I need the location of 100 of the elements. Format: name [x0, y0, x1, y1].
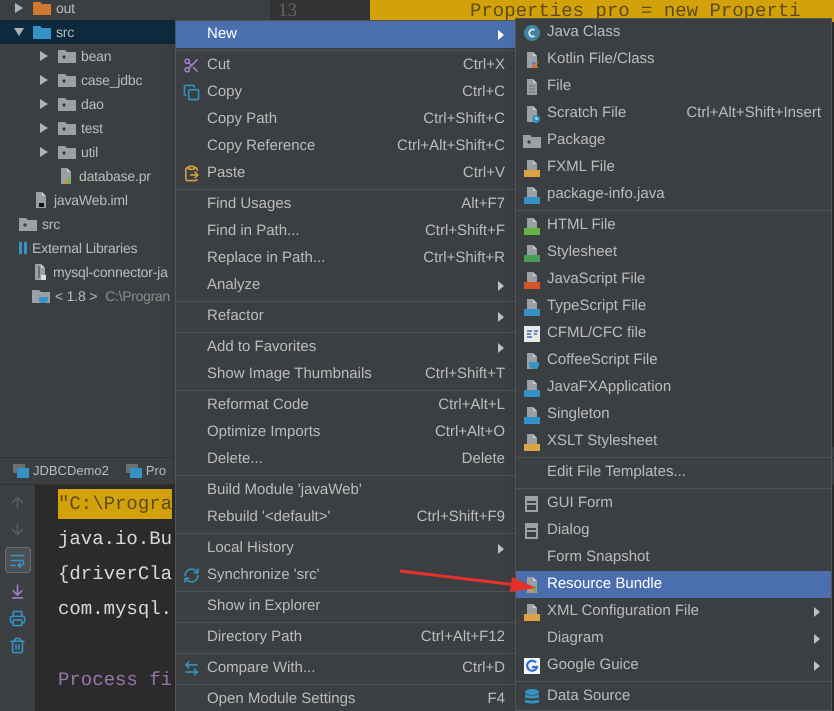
- run-tab[interactable]: Pro: [124, 461, 166, 481]
- folder-icon: [522, 132, 542, 148]
- menu-item[interactable]: Kotlin File/Class: [516, 46, 831, 73]
- menu-item[interactable]: Add to Favorites: [176, 334, 515, 361]
- menu-item[interactable]: Local History: [176, 535, 515, 562]
- menu-item[interactable]: Analyze: [176, 272, 515, 299]
- expanded-arrow-icon[interactable]: [14, 27, 24, 37]
- compare-icon: [183, 660, 200, 677]
- file-icon: [522, 186, 540, 204]
- menu-item[interactable]: Find Usages Alt+F7: [176, 191, 515, 218]
- menu-item[interactable]: Copy Ctrl+C: [176, 79, 515, 106]
- menu-item[interactable]: Synchronize 'src': [176, 562, 515, 589]
- collapsed-arrow-icon[interactable]: [39, 147, 49, 157]
- console-line: Process fi: [58, 668, 172, 693]
- menu-item[interactable]: Paste Ctrl+V: [176, 160, 515, 187]
- menu-item[interactable]: Data Source: [516, 683, 831, 710]
- menu-item[interactable]: Delete... Delete: [176, 446, 515, 473]
- menu-item[interactable]: Cut Ctrl+X: [176, 52, 515, 79]
- import-icon: [9, 582, 26, 600]
- menu-item[interactable]: JavaScript File: [516, 266, 831, 293]
- menu-item[interactable]: Copy Reference Ctrl+Alt+Shift+C: [176, 133, 515, 160]
- file-icon: [522, 432, 540, 450]
- menu-item[interactable]: XML Configuration File: [516, 598, 831, 625]
- menu-item[interactable]: Form Snapshot: [516, 544, 831, 571]
- menu-item[interactable]: Google Guice: [516, 652, 831, 679]
- menu-item[interactable]: New: [176, 21, 515, 48]
- menu-item[interactable]: Rebuild '<default>' Ctrl+Shift+F9: [176, 504, 515, 531]
- file-icon: [522, 216, 540, 234]
- tree-row[interactable]: out: [0, 0, 270, 20]
- folder-icon: [57, 96, 77, 112]
- paste-icon: [183, 165, 200, 182]
- menu-item[interactable]: Show Image Thumbnails Ctrl+Shift+T: [176, 361, 515, 388]
- class-icon: [522, 24, 540, 42]
- printer-icon: [9, 610, 26, 626]
- collapsed-arrow-icon[interactable]: [39, 99, 49, 109]
- collapsed-arrow-icon[interactable]: [39, 123, 49, 133]
- library-icon: [18, 240, 28, 256]
- folder-icon: [57, 72, 77, 88]
- menu-item[interactable]: CFML/CFC file: [516, 320, 831, 347]
- run-tab[interactable]: JDBCDemo2: [12, 461, 109, 481]
- menu-item[interactable]: Build Module 'javaWeb': [176, 477, 515, 504]
- menu-item[interactable]: CoffeeScript File: [516, 347, 831, 374]
- menu-item[interactable]: Directory Path Ctrl+Alt+F12: [176, 624, 515, 651]
- menu-item[interactable]: Compare With... Ctrl+D: [176, 655, 515, 682]
- menu-item[interactable]: GUI Form: [516, 490, 831, 517]
- menu-item[interactable]: FXML File: [516, 154, 831, 181]
- file-icon: [522, 406, 540, 424]
- collapsed-arrow-icon[interactable]: [39, 75, 49, 85]
- logo-icon: [522, 656, 540, 674]
- menu-item[interactable]: Show in Explorer: [176, 593, 515, 620]
- menu-item[interactable]: Find in Path... Ctrl+Shift+F: [176, 218, 515, 245]
- menu-item[interactable]: Copy Path Ctrl+Shift+C: [176, 106, 515, 133]
- console-line: java.io.Bu: [58, 527, 172, 552]
- trash-icon: [9, 636, 26, 654]
- menu-item[interactable]: Package: [516, 127, 831, 154]
- menu-item[interactable]: Resource Bundle: [516, 571, 831, 598]
- scissors-icon: [183, 57, 200, 74]
- menu-item[interactable]: package-info.java: [516, 181, 831, 208]
- console-line: com.mysql.: [58, 597, 172, 622]
- menu-item[interactable]: TypeScript File: [516, 293, 831, 320]
- collapsed-arrow-icon[interactable]: [14, 3, 24, 13]
- folder-icon: [18, 216, 38, 232]
- folder-icon: [31, 288, 51, 304]
- menu-item[interactable]: JavaFXApplication: [516, 374, 831, 401]
- menu-item[interactable]: Dialog: [516, 517, 831, 544]
- menu-item[interactable]: Reformat Code Ctrl+Alt+L: [176, 392, 515, 419]
- sync-icon: [183, 567, 200, 584]
- menu-item[interactable]: HTML File: [516, 212, 831, 239]
- folder-icon: [32, 0, 52, 16]
- menu-item[interactable]: Singleton: [516, 401, 831, 428]
- menu-item[interactable]: Stylesheet: [516, 239, 831, 266]
- console-line: {driverCla: [58, 562, 172, 587]
- file-icon: [522, 244, 540, 262]
- menu-item[interactable]: Open Module Settings F4: [176, 686, 515, 711]
- file-icon: [522, 378, 540, 396]
- menu-item[interactable]: Edit File Templates...: [516, 459, 831, 486]
- form-icon: [522, 522, 540, 540]
- folder-icon: [57, 120, 77, 136]
- file-icon: [522, 602, 540, 620]
- collapsed-arrow-icon[interactable]: [39, 51, 49, 61]
- menu-item[interactable]: Refactor: [176, 303, 515, 330]
- menu-item[interactable]: Replace in Path... Ctrl+Shift+R: [176, 245, 515, 272]
- copy-icon: [183, 84, 200, 101]
- menu-item[interactable]: Optimize Imports Ctrl+Alt+O: [176, 419, 515, 446]
- file-icon: [522, 270, 540, 288]
- file-icon: [522, 298, 540, 316]
- file-icon: [522, 158, 540, 176]
- database-icon: [522, 688, 540, 706]
- menu-item[interactable]: Scratch File Ctrl+Alt+Shift+Insert: [516, 100, 831, 127]
- menu-item[interactable]: XSLT Stylesheet: [516, 428, 831, 455]
- menu-item[interactable]: Java Class: [516, 19, 831, 46]
- console-icon: [124, 463, 143, 479]
- folder-icon: [57, 48, 77, 64]
- soft-wrap-toggle[interactable]: [4, 547, 30, 573]
- form-icon: [522, 494, 540, 512]
- folder-icon: [32, 24, 52, 40]
- menu-item[interactable]: File: [516, 73, 831, 100]
- folder-icon: [57, 144, 77, 160]
- menu-item[interactable]: Diagram: [516, 625, 831, 652]
- square-icon: [522, 324, 540, 342]
